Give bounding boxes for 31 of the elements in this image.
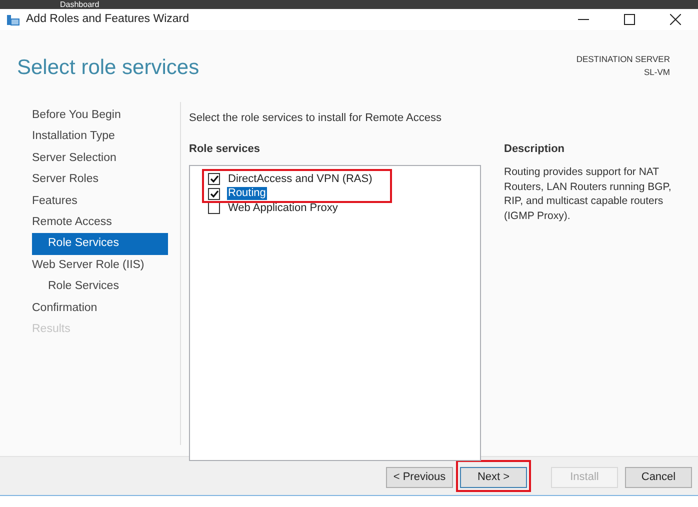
role-service-label[interactable]: DirectAccess and VPN (RAS)	[227, 172, 374, 186]
wizard-step[interactable]: Server Selection	[32, 148, 168, 170]
wizard-button[interactable]: < Previous	[386, 466, 453, 488]
wizard-step[interactable]: Installation Type	[32, 126, 168, 148]
wizard-button[interactable]: Cancel	[625, 466, 692, 488]
window-title: Add Roles and Features Wizard	[26, 12, 189, 27]
description-text: Routing provides support for NAT Routers, LAN Routers running BGP, RIP, and multicast capable routers (IGMP Proxy).	[504, 165, 672, 223]
checkbox[interactable]	[208, 188, 220, 200]
instruction-text: Select the role services to install for Remote Access	[189, 111, 442, 126]
checkbox[interactable]	[208, 202, 220, 214]
section-heading: Role services	[189, 142, 261, 156]
description-heading: Description	[504, 142, 566, 156]
destination-label: DESTINATION SERVER	[576, 53, 670, 66]
wizard-step[interactable]: Confirmation	[32, 298, 168, 319]
wizard-button[interactable]: Next >	[460, 466, 527, 488]
wizard-icon	[6, 14, 20, 26]
wizard-step[interactable]: Role Services	[32, 233, 168, 255]
wizard-step[interactable]: Features	[32, 190, 168, 212]
destination-server: SL-VM	[644, 66, 670, 78]
wizard-step[interactable]: Remote Access	[32, 212, 168, 234]
background-window-title: Dashboard	[60, 0, 100, 9]
role-service-label[interactable]: Web Application Proxy	[227, 202, 339, 215]
wizard-step[interactable]: Before You Begin	[32, 105, 168, 126]
page-title: Select role services	[17, 55, 200, 81]
maximize-icon	[624, 14, 634, 25]
close-icon	[670, 14, 680, 25]
wizard-step[interactable]: Web Server Role (IIS)	[32, 254, 168, 276]
wizard-step[interactable]: Server Roles	[32, 169, 168, 191]
wizard-step[interactable]: Role Services	[32, 276, 168, 298]
role-service-label[interactable]: Routing	[227, 187, 267, 200]
checkbox[interactable]	[208, 173, 220, 186]
